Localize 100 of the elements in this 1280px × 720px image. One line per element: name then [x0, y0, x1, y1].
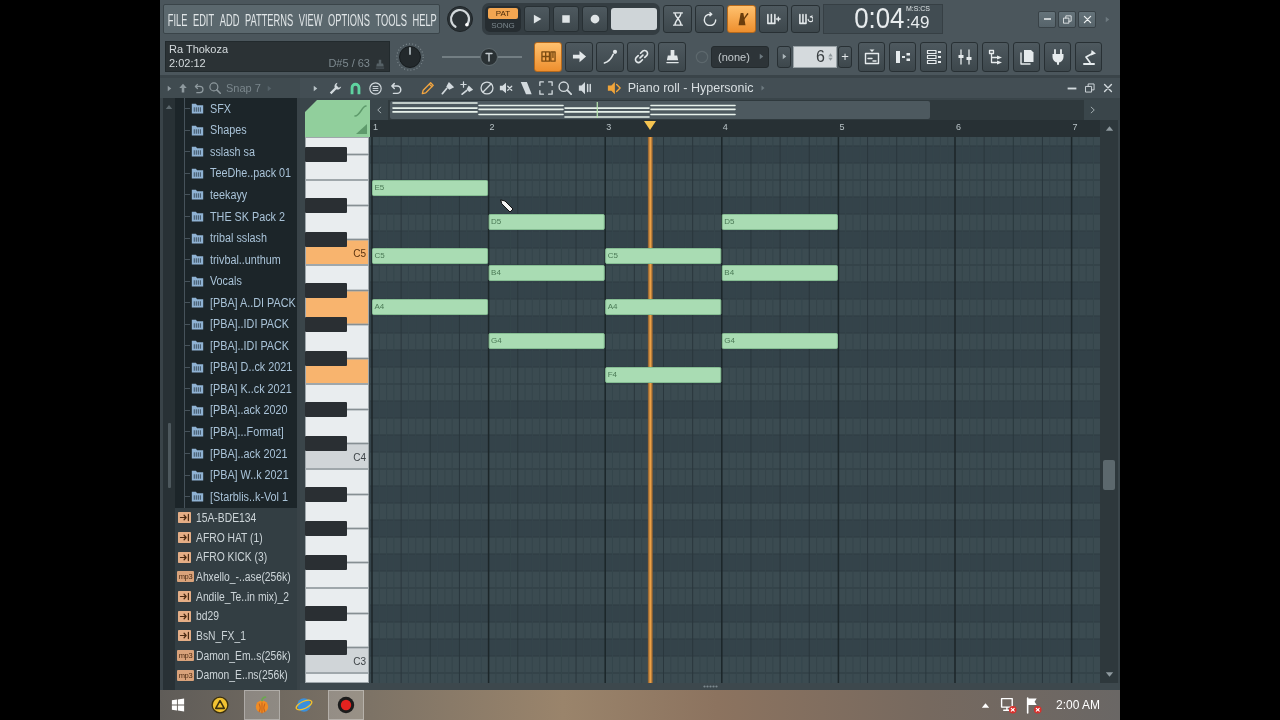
pages-button[interactable] [1013, 41, 1040, 72]
folder-item[interactable]: [PBA]..IDI PACK [185, 335, 297, 357]
magnet-icon[interactable] [349, 81, 362, 95]
minimize-button[interactable] [1038, 10, 1056, 28]
folder-item[interactable]: [Starblis..k-Vol 1 [185, 485, 297, 508]
minimize-icon[interactable] [1067, 86, 1077, 90]
piano-roll-button[interactable] [889, 41, 916, 72]
add-pattern-button[interactable]: + [838, 45, 852, 68]
folder-item[interactable]: TeeDhe..pack 01 [185, 162, 297, 185]
folder-item[interactable]: trivbal..unthum [185, 248, 297, 271]
sample-item[interactable]: bd29 [175, 606, 297, 627]
scroll-thumb[interactable] [1103, 460, 1115, 490]
folder-item[interactable]: THE SK Pack 2 [185, 205, 297, 228]
caret-icon[interactable] [312, 83, 319, 93]
maximize-icon[interactable] [1085, 83, 1095, 93]
sample-item[interactable]: Andile_Te..in mix)_2 [175, 586, 297, 607]
select-icon[interactable] [538, 81, 553, 95]
menu-item[interactable]: ADD [219, 8, 240, 30]
folder-item[interactable]: tribal sslash [185, 227, 297, 249]
menu-item[interactable]: PATTERNS [244, 8, 294, 30]
pattern-selector[interactable]: (none) [711, 45, 769, 68]
plugin-button[interactable] [1044, 41, 1071, 72]
undo-icon[interactable] [193, 82, 204, 94]
vertical-scrollbar[interactable] [1100, 120, 1118, 683]
up-arrow-icon[interactable] [178, 83, 188, 93]
browser-scrollbar[interactable] [163, 98, 175, 690]
wrench-icon[interactable] [329, 81, 342, 95]
close-icon[interactable] [1103, 83, 1113, 93]
grip-icon[interactable] [702, 685, 718, 688]
caret-up-icon[interactable] [980, 700, 990, 710]
sample-item[interactable]: BsN_FX_1 [175, 626, 297, 646]
magnifier-icon[interactable] [558, 81, 573, 95]
maximize-button[interactable] [1058, 10, 1076, 28]
channel-rack-button[interactable] [920, 41, 947, 72]
scroll-thumb[interactable] [167, 423, 171, 488]
menu-item[interactable]: FILE [167, 8, 188, 30]
browser-button[interactable] [982, 41, 1009, 72]
menu-item[interactable]: VIEW [298, 8, 323, 30]
folder-item[interactable]: sslash sa [185, 141, 297, 163]
close-button[interactable] [1078, 10, 1096, 28]
folder-item[interactable]: [PBA] W..k 2021 [185, 464, 297, 486]
sample-item[interactable]: 15A-BDE134 [175, 508, 297, 528]
metronome-button[interactable] [727, 5, 756, 33]
folder-item[interactable]: [PBA] A..DI PACK [185, 291, 297, 314]
brush-plus-icon[interactable] [460, 81, 475, 95]
record-button[interactable] [582, 6, 608, 32]
folder-item[interactable]: Vocals [185, 270, 297, 292]
folder-item[interactable]: [PBA] K..ck 2021 [185, 378, 297, 400]
countdown-button[interactable] [695, 5, 724, 33]
overview-scrollbar[interactable] [370, 100, 1100, 120]
folder-item[interactable]: [PBA]..ack 2020 [185, 399, 297, 422]
pencil-icon[interactable] [421, 81, 435, 95]
hourglass-button[interactable] [663, 5, 692, 33]
search-icon[interactable] [209, 82, 221, 94]
folder-item[interactable]: SFX [185, 98, 297, 120]
mode-option[interactable]: PAT [488, 7, 518, 19]
arrow-button[interactable] [777, 45, 791, 68]
taskbar-button[interactable] [328, 690, 364, 720]
performer-button[interactable] [1075, 41, 1102, 72]
link-button[interactable] [627, 41, 655, 72]
pen-stroke-button[interactable] [596, 41, 624, 72]
step-loop-button[interactable] [791, 5, 820, 33]
folder-item[interactable]: [PBA]...Format] [185, 421, 297, 443]
folder-item[interactable]: [PBA]..IDI PACK [185, 313, 297, 335]
caret-icon[interactable] [166, 83, 173, 93]
stamp-button[interactable] [658, 41, 686, 72]
time-ruler[interactable]: 1 2 3 4 5 6 7 [370, 120, 1100, 137]
sample-item[interactable]: AFRO HAT (1) [175, 527, 297, 548]
step-add-button[interactable] [759, 5, 788, 33]
flag-error-icon[interactable] [1024, 696, 1042, 714]
folder-item[interactable]: Shapes [185, 119, 297, 142]
blade-icon[interactable] [518, 81, 533, 95]
play-button[interactable] [524, 6, 550, 32]
undo-icon[interactable] [389, 81, 402, 95]
folder-item[interactable]: teekayy [185, 184, 297, 206]
monitor-error-icon[interactable] [999, 696, 1017, 714]
menu-item[interactable]: EDIT [192, 8, 215, 30]
typing-keyboard-button[interactable] [534, 41, 562, 72]
folder-item[interactable]: [PBA] D..ck 2021 [185, 356, 297, 379]
playlist-button[interactable] [858, 41, 885, 72]
folder-item[interactable]: [PBA]..ack 2021 [185, 442, 297, 465]
slider-thumb[interactable] [480, 47, 499, 66]
menu-item[interactable]: OPTIONS [328, 8, 370, 30]
knob[interactable] [447, 6, 473, 32]
pattern-number-field[interactable]: 6 [793, 45, 837, 68]
corner-panel[interactable] [305, 100, 370, 137]
brush-icon[interactable] [440, 81, 455, 95]
mixer-button[interactable] [951, 41, 978, 72]
menu-item[interactable]: TOOLS [375, 8, 407, 30]
sample-item[interactable]: AFRO KICK (3) [175, 547, 297, 568]
menu-item[interactable]: HELP [412, 8, 437, 30]
clock[interactable]: 2:00 AM [1055, 698, 1100, 712]
mode-option[interactable]: SONG [488, 19, 518, 31]
list-circle-icon[interactable] [369, 81, 382, 95]
arrow-button[interactable] [565, 41, 593, 72]
stop-button[interactable] [553, 6, 579, 32]
speaker-icon[interactable] [577, 81, 592, 95]
mute-icon[interactable] [499, 81, 514, 95]
speaker-arrow-icon[interactable] [606, 81, 621, 95]
circle-slash-icon[interactable] [479, 81, 494, 95]
